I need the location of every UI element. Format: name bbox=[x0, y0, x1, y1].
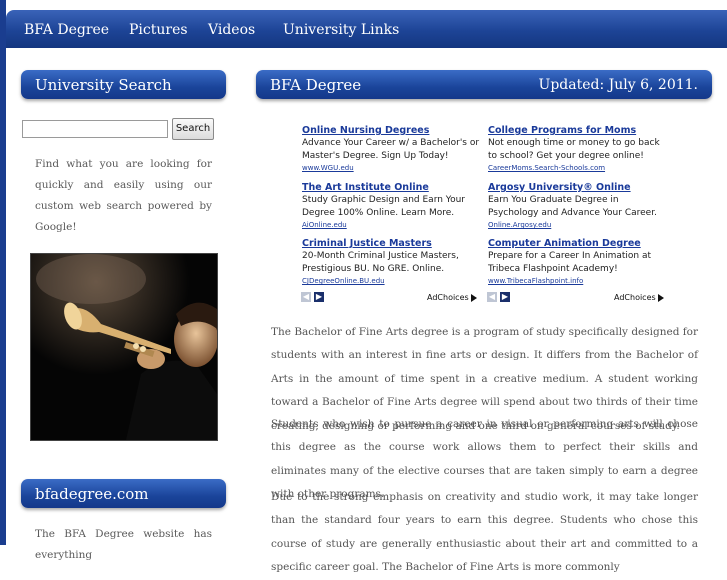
university-search-header: University Search bbox=[21, 70, 226, 99]
ad-block: Argosy University® Online Earn You Gradu… bbox=[488, 181, 668, 231]
ad-block: Computer Animation Degree Prepare for a … bbox=[488, 237, 668, 287]
ad-next-arrow-icon[interactable]: ▶ bbox=[314, 292, 324, 302]
search-button[interactable]: Search bbox=[172, 118, 214, 140]
ad-title[interactable]: Criminal Justice Masters bbox=[302, 237, 482, 250]
ad-url[interactable]: Online.Argosy.edu bbox=[488, 220, 668, 231]
site-description: The BFA Degree website has everything bbox=[35, 528, 212, 561]
search-description: Find what you are looking for quickly an… bbox=[35, 158, 212, 233]
adchoices-icon bbox=[657, 293, 664, 302]
adchoices-label: AdChoices bbox=[614, 293, 656, 302]
adchoices-icon bbox=[470, 293, 477, 302]
nav-bfa-degree[interactable]: BFA Degree bbox=[24, 10, 109, 48]
adchoices-link[interactable]: AdChoices bbox=[427, 293, 477, 302]
nav-videos[interactable]: Videos bbox=[208, 10, 255, 48]
nav-university-links[interactable]: University Links bbox=[283, 10, 399, 48]
ad-block: College Programs for Moms Not enough tim… bbox=[488, 124, 668, 174]
main-header: BFA Degree Updated: July 6, 2011. bbox=[256, 70, 712, 99]
article-paragraph: Due to the strong emphasis on creativity… bbox=[271, 491, 698, 574]
trumpet-player-photo bbox=[30, 253, 218, 441]
site-header: bfadegree.com bbox=[21, 479, 226, 508]
ad-description: Earn You Graduate Degree in Psychology a… bbox=[488, 195, 657, 218]
top-navigation: BFA Degree Pictures Videos University Li… bbox=[6, 10, 727, 48]
ad-url[interactable]: CareerMoms.Search-Schools.com bbox=[488, 163, 668, 174]
page-edge bbox=[0, 0, 6, 545]
ad-block: Criminal Justice Masters 20-Month Crimin… bbox=[302, 237, 482, 287]
ad-title[interactable]: Argosy University® Online bbox=[488, 181, 668, 194]
ad-description: Not enough time or money to go back to s… bbox=[488, 138, 660, 161]
ad-url[interactable]: AiOnline.edu bbox=[302, 220, 482, 231]
site-title: bfadegree.com bbox=[35, 485, 149, 503]
ad-title[interactable]: Computer Animation Degree bbox=[488, 237, 668, 250]
ad-description: Prepare for a Career In Animation at Tri… bbox=[488, 251, 651, 274]
ad-url[interactable]: CJDegreeOnline.BU.edu bbox=[302, 276, 482, 287]
ad-block: Online Nursing Degrees Advance Your Care… bbox=[302, 124, 482, 174]
nav-pictures[interactable]: Pictures bbox=[129, 10, 188, 48]
ad-url[interactable]: www.WGU.edu bbox=[302, 163, 482, 174]
university-search-title: University Search bbox=[35, 76, 172, 94]
adchoices-link[interactable]: AdChoices bbox=[614, 293, 664, 302]
trumpet-player-image bbox=[31, 254, 217, 440]
ad-url[interactable]: www.TribecaFlashpoint.info bbox=[488, 276, 668, 287]
ad-title[interactable]: College Programs for Moms bbox=[488, 124, 668, 137]
page-title: BFA Degree bbox=[270, 76, 362, 94]
ad-description: Study Graphic Design and Earn Your Degre… bbox=[302, 195, 466, 218]
ad-description: 20-Month Criminal Justice Masters, Prest… bbox=[302, 251, 459, 274]
ad-next-arrow-icon[interactable]: ▶ bbox=[500, 292, 510, 302]
ad-block: The Art Institute Online Study Graphic D… bbox=[302, 181, 482, 231]
ad-title[interactable]: The Art Institute Online bbox=[302, 181, 482, 194]
ad-description: Advance Your Career w/ a Bachelor's or M… bbox=[302, 138, 480, 161]
adchoices-label: AdChoices bbox=[427, 293, 469, 302]
ad-title[interactable]: Online Nursing Degrees bbox=[302, 124, 482, 137]
updated-date: Updated: July 6, 2011. bbox=[538, 77, 698, 93]
ad-prev-arrow-icon[interactable]: ◀ bbox=[487, 292, 497, 302]
search-input[interactable] bbox=[22, 120, 168, 138]
ad-prev-arrow-icon[interactable]: ◀ bbox=[301, 292, 311, 302]
